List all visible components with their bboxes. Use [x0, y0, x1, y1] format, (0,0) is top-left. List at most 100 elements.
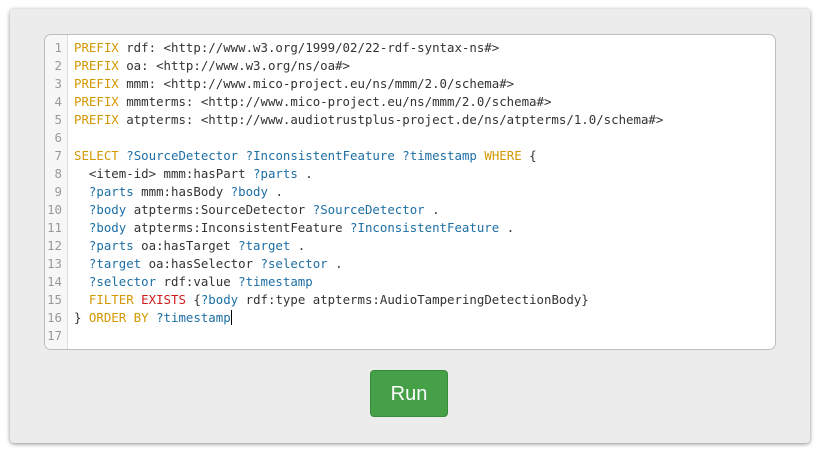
line-number: 14: [47, 274, 62, 289]
code-token: .: [267, 184, 283, 199]
code-token: ?parts: [253, 166, 298, 181]
code-text: PREFIX mmm: <http://www.mico-project.eu/…: [74, 75, 514, 93]
code-token: .: [327, 256, 343, 271]
code-text: ?target oa:hasSelector ?selector .: [74, 255, 343, 273]
sparql-query-editor[interactable]: 1 PREFIX rdf: <http://www.w3.org/1999/02/…: [44, 34, 776, 350]
code-token: ?target: [88, 256, 142, 271]
code-text: ?parts oa:hasTarget ?target .: [74, 237, 305, 255]
code-token: ?timestamp: [238, 274, 313, 289]
code-token: ?body: [88, 220, 127, 235]
code-lines: 1 PREFIX rdf: <http://www.w3.org/1999/02/…: [45, 39, 775, 345]
code-line: 16} ORDER BY ?timestamp: [45, 309, 775, 327]
code-token: ?target: [238, 238, 291, 253]
line-number: 8: [54, 166, 62, 181]
code-line: 2 PREFIX oa: <http://www.w3.org/ns/oa#>: [45, 57, 775, 75]
code-token: WHERE: [484, 148, 522, 163]
code-line: 6: [45, 129, 775, 147]
line-number: 16: [47, 310, 62, 325]
code-text: PREFIX mmmterms: <http://www.mico-projec…: [74, 93, 551, 111]
line-number: 10: [47, 202, 62, 217]
line-number: 15: [47, 292, 62, 307]
code-token: PREFIX: [74, 112, 119, 127]
code-token: ORDER BY: [88, 310, 149, 325]
code-token: oa: <http://www.w3.org/ns/oa#>: [118, 58, 351, 73]
code-text: FILTER EXISTS {?body rdf:type atpterms:A…: [74, 291, 589, 309]
code-token: mmmterms: <http://www.mico-project.eu/ns…: [118, 94, 552, 109]
code-text: } ORDER BY ?timestamp: [74, 309, 232, 327]
code-line: 14 ?selector rdf:value ?timestamp: [45, 273, 775, 291]
code-token: oa:hasTarget: [133, 238, 239, 253]
code-token: oa:hasSelector: [141, 256, 261, 271]
code-line: 12 ?parts oa:hasTarget ?target .: [45, 237, 775, 255]
code-line: 17: [45, 327, 775, 345]
code-text: ?selector rdf:value ?timestamp: [74, 273, 313, 291]
line-number: 2: [54, 58, 62, 73]
code-token: rdf:type atpterms:AudioTamperingDetectio…: [238, 292, 589, 307]
code-token: ?parts: [88, 184, 134, 199]
code-text: PREFIX atpterms: <http://www.audiotrustp…: [74, 111, 663, 129]
line-number: 9: [54, 184, 62, 199]
code-token: PREFIX: [74, 40, 119, 55]
line-number: 11: [47, 220, 62, 235]
code-token: ?parts: [88, 238, 134, 253]
line-number: 1: [54, 40, 62, 55]
code-token: PREFIX: [74, 76, 119, 91]
code-line: 7 SELECT ?SourceDetector ?InconsistentFea…: [45, 147, 775, 165]
code-token: ?timestamp: [156, 310, 231, 325]
code-token: ?SourceDetector: [312, 202, 425, 217]
code-token: PREFIX: [74, 58, 119, 73]
code-token: ?body: [200, 292, 239, 307]
code-line: 15 FILTER EXISTS {?body rdf:type atpterm…: [45, 291, 775, 309]
run-button[interactable]: Run: [370, 370, 448, 417]
code-token: atpterms: <http://www.audiotrustplus-pro…: [118, 112, 664, 127]
code-token: SELECT: [74, 148, 119, 163]
code-line: 8 <item-id> mmm:hasPart ?parts .: [45, 165, 775, 183]
code-token: mmm:hasBody: [133, 184, 231, 199]
code-token: ?selector: [260, 256, 328, 271]
code-line: 5 PREFIX atpterms: <http://www.audiotrust…: [45, 111, 775, 129]
query-panel: 1 PREFIX rdf: <http://www.w3.org/1999/02/…: [10, 9, 810, 443]
code-token: FILTER: [88, 292, 134, 307]
code-line: 3 PREFIX mmm: <http://www.mico-project.eu…: [45, 75, 775, 93]
code-token: ?selector: [88, 274, 157, 289]
code-line: 4 PREFIX mmmterms: <http://www.mico-proje…: [45, 93, 775, 111]
code-token: mmm: <http://www.mico-project.eu/ns/mmm/…: [118, 76, 515, 91]
code-token: ?InconsistentFeature: [245, 148, 395, 163]
text-cursor: [230, 310, 232, 325]
line-number: 12: [47, 238, 62, 253]
code-token: .: [297, 166, 313, 181]
code-token: .: [290, 238, 306, 253]
code-token: rdf:value: [156, 274, 239, 289]
code-text: ?body atpterms:SourceDetector ?SourceDet…: [74, 201, 440, 219]
code-line: 9 ?parts mmm:hasBody ?body .: [45, 183, 775, 201]
code-text: <item-id> mmm:hasPart ?parts .: [74, 165, 313, 183]
code-token: rdf: <http://www.w3.org/1999/02/22-rdf-s…: [118, 40, 500, 55]
code-token: .: [424, 202, 440, 217]
line-number: 13: [47, 256, 62, 271]
code-token: atpterms:InconsistentFeature: [126, 220, 351, 235]
code-token: }: [74, 310, 89, 325]
line-number: 17: [47, 328, 62, 343]
code-token: PREFIX: [74, 94, 119, 109]
code-token: ?InconsistentFeature: [350, 220, 500, 235]
code-token: ?SourceDetector: [126, 148, 239, 163]
code-text: PREFIX oa: <http://www.w3.org/ns/oa#>: [74, 57, 350, 75]
code-token: <item-id> mmm:hasPart: [74, 166, 254, 181]
code-token: ?timestamp: [402, 148, 477, 163]
code-line: 11 ?body atpterms:InconsistentFeature ?I…: [45, 219, 775, 237]
code-token: ?body: [230, 184, 268, 199]
line-number: 7: [54, 148, 62, 163]
code-text: ?body atpterms:InconsistentFeature ?Inco…: [74, 219, 514, 237]
code-token: {: [185, 292, 201, 307]
code-text: SELECT ?SourceDetector ?InconsistentFeat…: [74, 147, 537, 165]
line-number: 3: [54, 76, 62, 91]
code-line: 1 PREFIX rdf: <http://www.w3.org/1999/02/…: [45, 39, 775, 57]
